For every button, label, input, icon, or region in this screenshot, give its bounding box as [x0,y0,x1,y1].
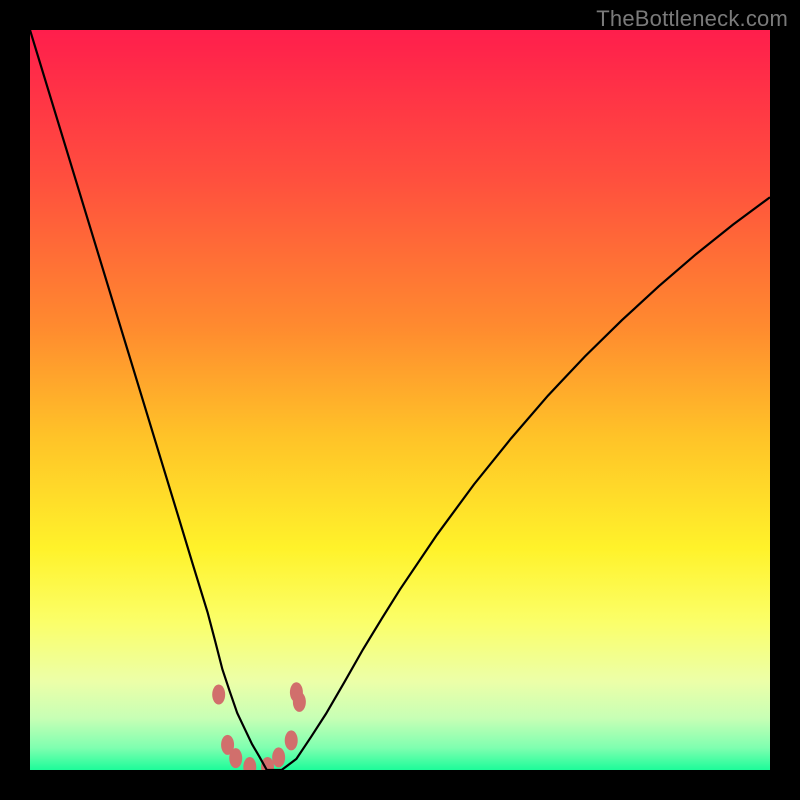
dip-marker [212,685,225,705]
dip-marker [272,747,285,767]
dip-marker [229,748,242,768]
gradient-background [30,30,770,770]
dip-marker [293,692,306,712]
chart-svg [30,30,770,770]
dip-marker [285,730,298,750]
watermark-text: TheBottleneck.com [596,6,788,32]
plot-area [30,30,770,770]
chart-frame: TheBottleneck.com [0,0,800,800]
